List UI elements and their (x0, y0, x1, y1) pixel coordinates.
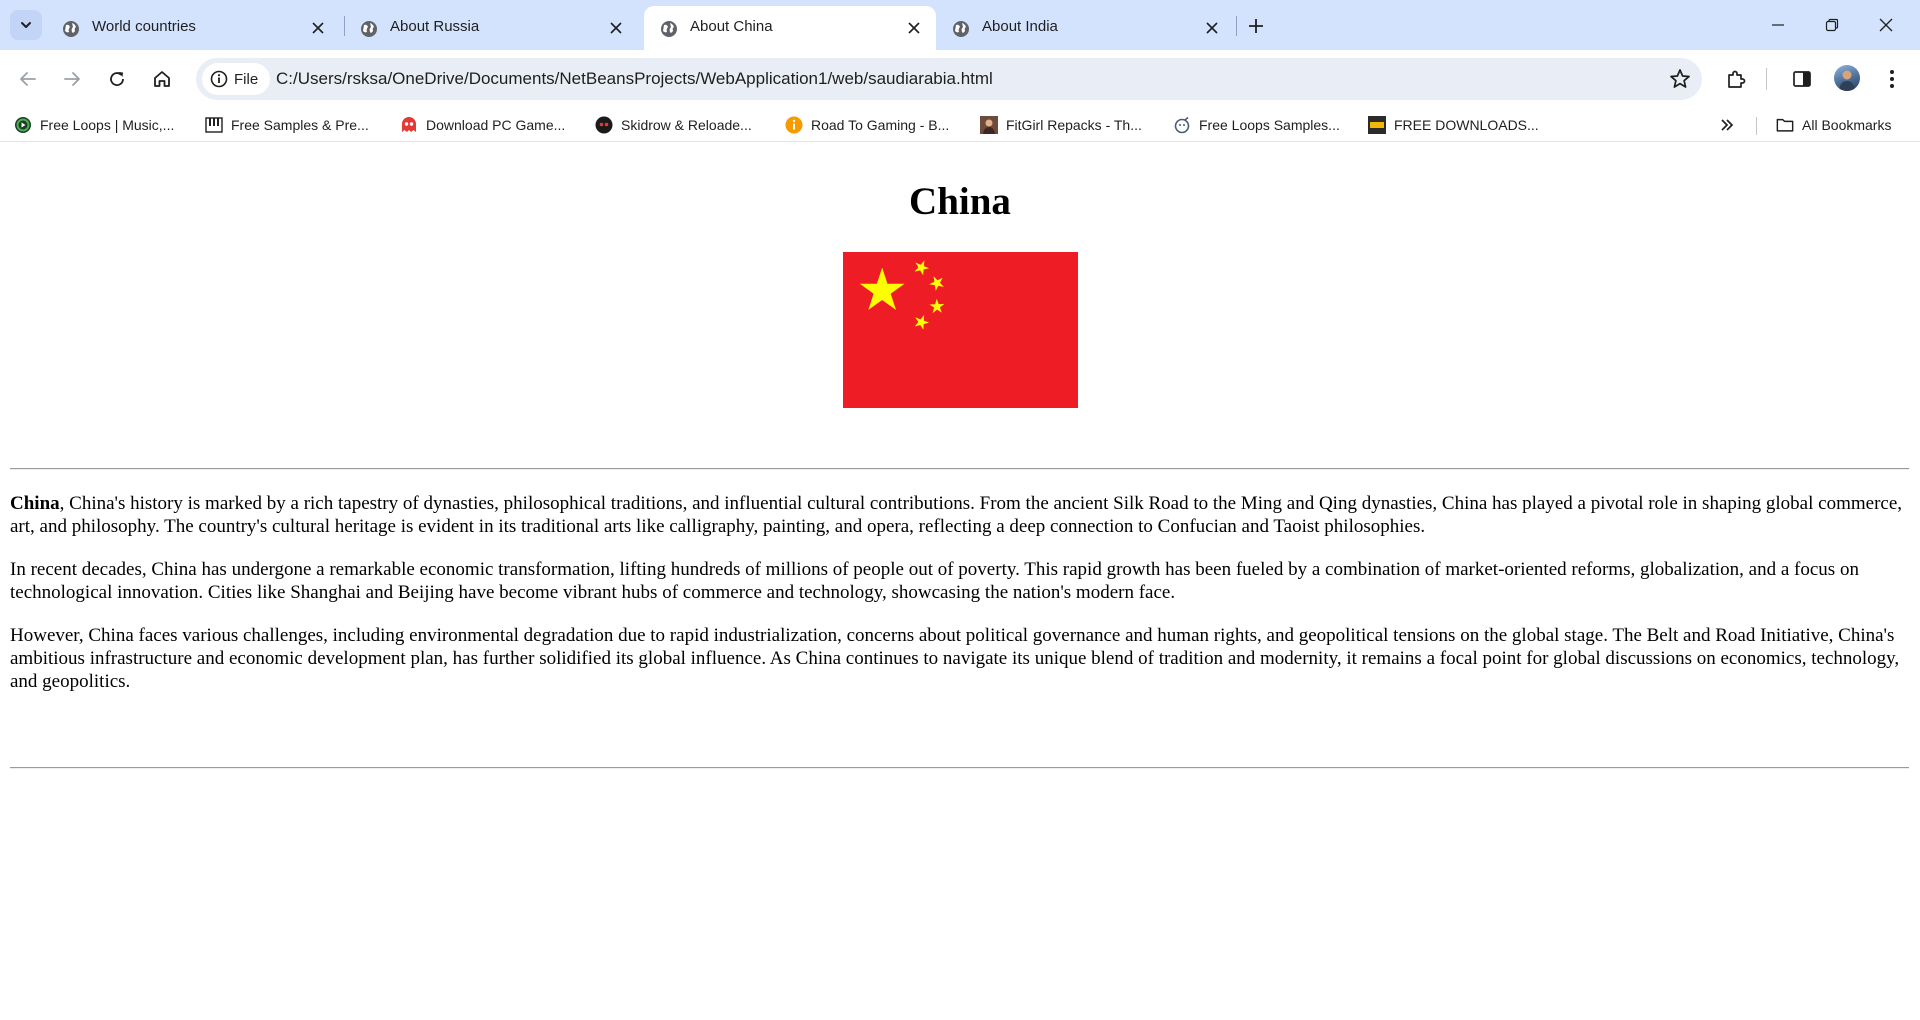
folder-icon (1776, 116, 1794, 134)
paragraph-text: , China's history is marked by a rich ta… (10, 493, 1903, 537)
home-button[interactable] (146, 63, 178, 95)
horizontal-rule (10, 468, 1909, 470)
double-chevron-right-icon (1721, 119, 1734, 131)
tab-title: World countries (92, 18, 196, 35)
page-title: China (909, 180, 1011, 223)
horizontal-rule (10, 767, 1909, 769)
tab-world-countries[interactable]: World countries (46, 6, 344, 50)
bookmark-label: Skidrow & Reloade... (621, 117, 752, 133)
close-icon (1206, 22, 1218, 34)
extensions-button[interactable] (1720, 63, 1752, 95)
info-orange-icon (785, 116, 803, 134)
browser-toolbar: File C:/Users/rsksa/OneDrive/Documents/N… (0, 50, 1920, 108)
flag-field (843, 252, 1078, 408)
bookmark-label: FitGirl Repacks - Th... (1006, 117, 1142, 133)
plus-icon (1249, 19, 1263, 33)
fitgirl-icon (980, 116, 998, 134)
skull-icon (595, 116, 613, 134)
globe-icon (361, 21, 377, 37)
profile-avatar[interactable] (1834, 65, 1860, 91)
restore-icon (1825, 18, 1839, 32)
tab-about-russia[interactable]: About Russia (344, 6, 642, 50)
scheme-label: File (234, 70, 259, 88)
bookmark-label: Free Loops | Music,... (40, 117, 175, 133)
tab-close-button[interactable] (606, 18, 626, 38)
browser-menu-button[interactable] (1876, 63, 1908, 95)
close-icon (1879, 18, 1893, 32)
all-bookmarks-button[interactable]: All Bookmarks (1776, 114, 1891, 136)
puzzle-icon (1728, 70, 1746, 88)
tab-close-button[interactable] (308, 18, 328, 38)
new-tab-button[interactable] (1242, 12, 1270, 40)
arrow-right-icon (64, 72, 80, 86)
tab-title: About China (690, 18, 773, 35)
close-window-button[interactable] (1872, 12, 1900, 38)
tab-title: About India (982, 18, 1058, 35)
paragraph-challenges: However, China faces various challenges,… (10, 625, 1900, 692)
bookmark-label: Free Loops Samples... (1199, 117, 1340, 133)
bookmark-star-button[interactable] (1668, 67, 1692, 91)
free-loops-icon (14, 116, 32, 134)
more-vert-icon (1890, 70, 1894, 88)
forward-button[interactable] (56, 63, 88, 95)
home-icon (154, 71, 170, 87)
china-flag-image (843, 252, 1078, 408)
profile-photo-icon (1839, 70, 1855, 91)
minimize-button[interactable] (1764, 12, 1792, 38)
flp-icon (1368, 116, 1386, 134)
close-icon (312, 22, 324, 34)
bookmark-item[interactable]: Free Loops Samples... (1173, 114, 1340, 136)
paragraph-bold-term: China (10, 493, 60, 514)
bookmark-item[interactable]: Free Loops | Music,... (14, 114, 174, 136)
tab-title: About Russia (390, 18, 480, 35)
tab-close-button[interactable] (904, 18, 924, 38)
bookmark-label: Download PC Game... (426, 117, 566, 133)
paragraph-economy: In recent decades, China has undergone a… (10, 559, 1859, 603)
site-info-chip[interactable]: File (202, 63, 271, 95)
star-icon (1670, 69, 1690, 88)
reload-button[interactable] (101, 63, 133, 95)
close-icon (610, 22, 622, 34)
arrow-left-icon (20, 72, 36, 86)
side-panel-button[interactable] (1786, 63, 1818, 95)
bookmark-label: FREE DOWNLOADS... (1394, 117, 1539, 133)
ghost-icon (400, 116, 418, 134)
globe-icon (63, 21, 79, 37)
all-bookmarks-label: All Bookmarks (1802, 117, 1892, 133)
side-panel-icon (1793, 71, 1811, 87)
globe-icon (953, 21, 969, 37)
tab-strip: World countries About Russia About China (0, 0, 1920, 50)
address-bar[interactable]: File C:/Users/rsksa/OneDrive/Documents/N… (196, 58, 1702, 100)
back-button[interactable] (12, 63, 44, 95)
info-icon (210, 70, 228, 88)
bookmark-item[interactable]: Road To Gaming - B... (785, 114, 949, 136)
bookmark-item[interactable]: FitGirl Repacks - Th... (980, 114, 1142, 136)
bookmark-item[interactable]: Free Samples & Pre... (205, 114, 369, 136)
web-page: China China, China's history is marked b… (0, 143, 1920, 1020)
chevron-down-icon (21, 22, 31, 28)
paragraph-history: China, China's history is marked by a ri… (10, 492, 1910, 538)
piano-icon (205, 116, 223, 134)
bookmark-label: Free Samples & Pre... (231, 117, 369, 133)
tab-about-india[interactable]: About India (936, 6, 1234, 50)
url-text[interactable]: C:/Users/rsksa/OneDrive/Documents/NetBea… (276, 69, 993, 89)
close-icon (908, 22, 920, 34)
minimize-icon (1772, 24, 1784, 26)
reload-icon (110, 72, 124, 86)
globe-icon (661, 21, 677, 37)
bookmarks-divider (1756, 117, 1757, 135)
bomb-icon (1173, 116, 1191, 134)
bookmark-label: Road To Gaming - B... (811, 117, 950, 133)
bookmark-item[interactable]: Skidrow & Reloade... (595, 114, 752, 136)
bookmark-item[interactable]: Download PC Game... (400, 114, 565, 136)
bookmark-item[interactable]: FREE DOWNLOADS... (1368, 114, 1539, 136)
restore-button[interactable] (1818, 12, 1846, 38)
bookmarks-bar: Free Loops | Music,... Free Samples & Pr… (0, 108, 1920, 142)
tab-search-button[interactable] (10, 10, 42, 40)
toolbar-divider (1766, 68, 1767, 90)
tab-divider (1236, 16, 1237, 36)
more-bookmarks-button[interactable] (1714, 114, 1740, 136)
tab-close-button[interactable] (1202, 18, 1222, 38)
tab-about-china[interactable]: About China (644, 6, 936, 50)
